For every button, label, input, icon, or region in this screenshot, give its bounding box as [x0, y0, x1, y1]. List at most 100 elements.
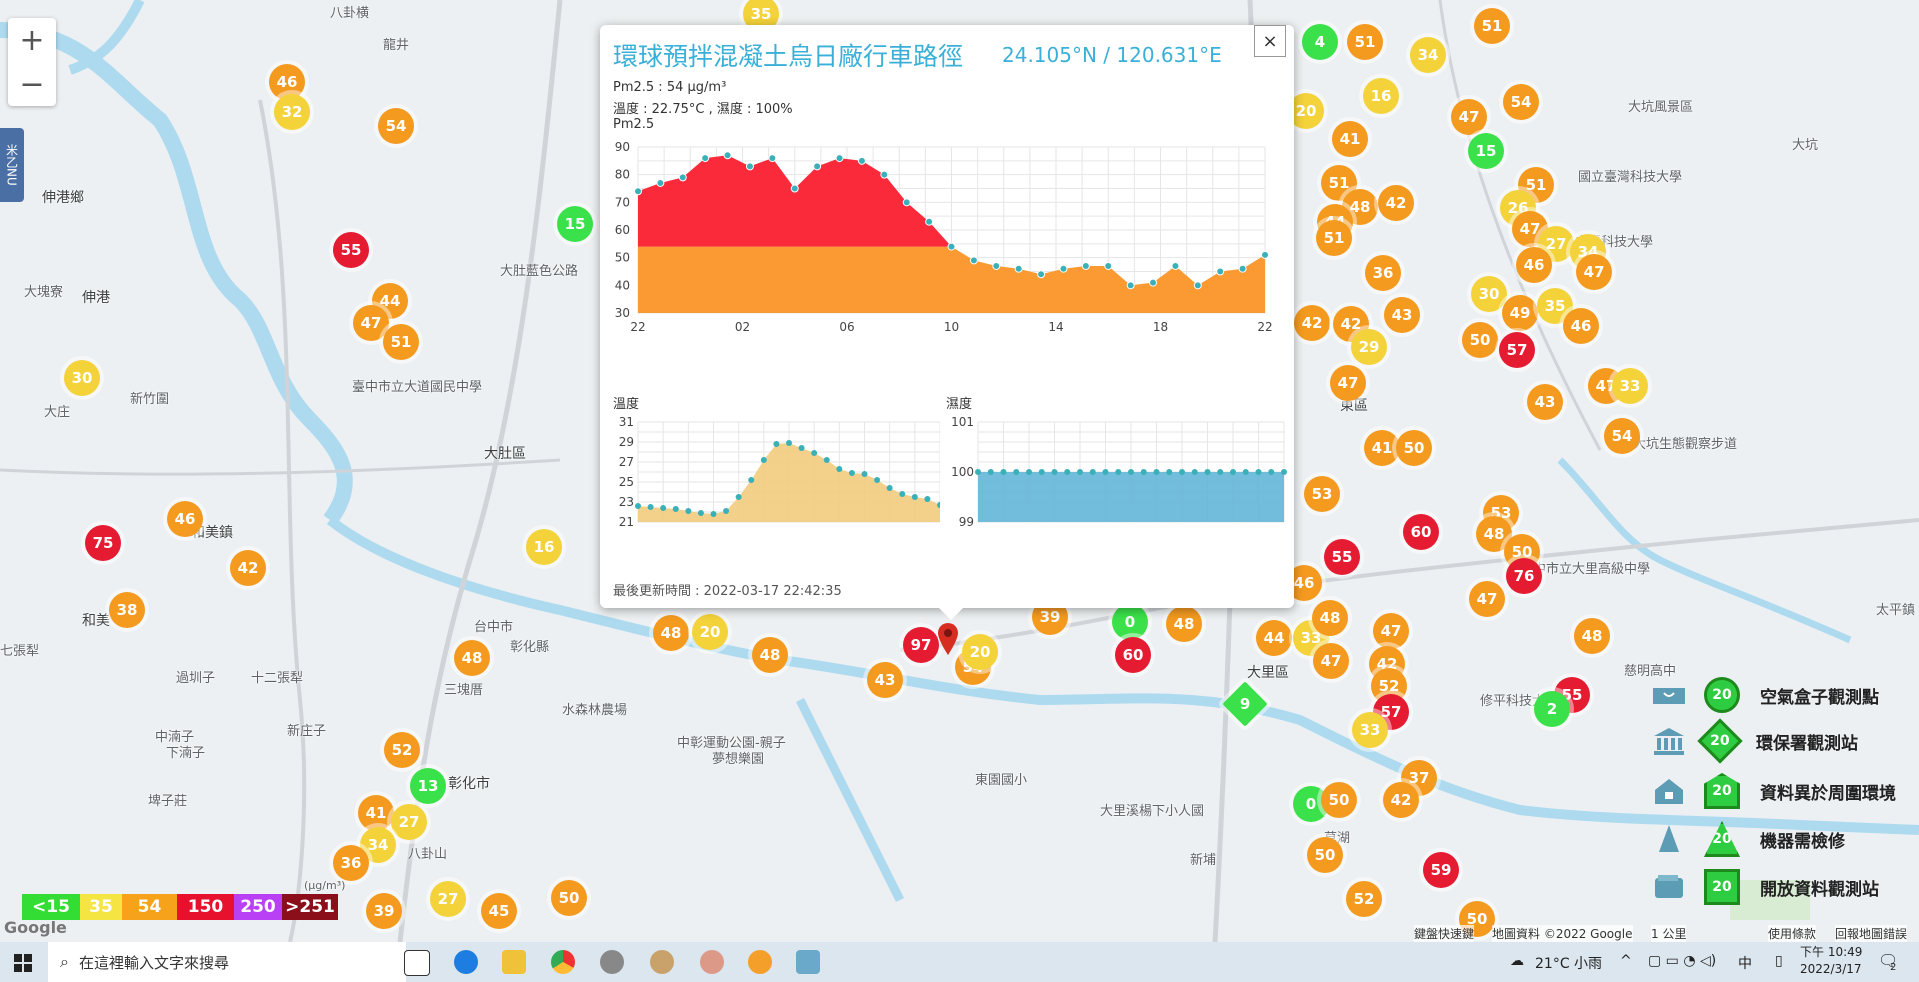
sensor-marker[interactable]: 42	[1294, 305, 1330, 341]
tray-icons[interactable]: ▢ ▭ ◔ ◁)	[1648, 953, 1716, 969]
sensor-marker[interactable]: 0	[1112, 604, 1148, 640]
sensor-marker[interactable]: 54	[1604, 418, 1640, 454]
sensor-marker[interactable]: 2	[1534, 691, 1570, 727]
location-pin-icon[interactable]	[936, 622, 960, 656]
sensor-marker[interactable]: 30	[1471, 276, 1507, 312]
sensor-marker[interactable]: 15	[557, 206, 593, 242]
sensor-marker[interactable]: 50	[1321, 782, 1357, 818]
sensor-marker[interactable]: 36	[333, 845, 369, 881]
google-logo[interactable]: Google	[4, 918, 67, 937]
edge-icon[interactable]	[454, 950, 478, 974]
sensor-marker[interactable]: 48	[454, 640, 490, 676]
ime-mode-icon[interactable]: ▯	[1775, 953, 1783, 969]
sensor-marker[interactable]: 46	[1516, 247, 1552, 283]
sensor-marker[interactable]: 50	[1396, 430, 1432, 466]
map-canvas[interactable]: 八卦横 龍井 伸港鄉 伸港 大塊寮 大肚藍色公路 大肚區 臺中市立大道國民中學 和美鎮 和美 新竹圍…	[0, 0, 1919, 942]
sensor-marker[interactable]: 50	[551, 880, 587, 916]
clock-time[interactable]: 下午 10:49	[1800, 943, 1862, 960]
sensor-marker[interactable]: 16	[1363, 78, 1399, 114]
ime-indicator[interactable]: 中	[1738, 953, 1752, 973]
zoom-in-button[interactable]: +	[8, 18, 56, 62]
close-icon[interactable]: ×	[1254, 25, 1286, 57]
sensor-marker[interactable]: 50	[1462, 322, 1498, 358]
app-icon-3[interactable]	[700, 950, 724, 974]
sensor-marker[interactable]: 48	[1574, 618, 1610, 654]
chrome-icon[interactable]	[551, 950, 575, 974]
windows-start-icon[interactable]	[14, 954, 32, 972]
sensor-marker[interactable]: 76	[1506, 558, 1542, 594]
side-menu-tab[interactable]: 米乙NU	[0, 128, 24, 202]
sensor-marker[interactable]: 15	[1468, 133, 1504, 169]
sensor-marker[interactable]: 42	[1383, 782, 1419, 818]
sensor-marker[interactable]: 33	[1352, 712, 1388, 748]
app-icon-1[interactable]	[600, 950, 624, 974]
sensor-marker[interactable]: 48	[752, 637, 788, 673]
sensor-marker[interactable]: 43	[867, 662, 903, 698]
sensor-marker[interactable]: 45	[481, 893, 517, 929]
sensor-marker[interactable]: 54	[378, 108, 414, 144]
sensor-marker[interactable]: 46	[1563, 308, 1599, 344]
sensor-marker[interactable]: 4	[1302, 24, 1338, 60]
sensor-marker[interactable]: 55	[1324, 539, 1360, 575]
sensor-marker[interactable]: 27	[391, 804, 427, 840]
sensor-marker[interactable]: 47	[1373, 613, 1409, 649]
zoom-out-button[interactable]: −	[8, 62, 56, 106]
sensor-marker[interactable]: 43	[1527, 384, 1563, 420]
weather-status[interactable]: 21°C 小雨	[1535, 953, 1602, 973]
sensor-marker[interactable]: 52	[1346, 881, 1382, 917]
sensor-marker[interactable]: 34	[1410, 37, 1446, 73]
sensor-marker[interactable]: 59	[1423, 852, 1459, 888]
sensor-marker[interactable]: 55	[333, 232, 369, 268]
task-view-icon[interactable]	[404, 950, 430, 976]
sensor-marker[interactable]: 36	[1365, 255, 1401, 291]
map-scale-label[interactable]: 1 公里	[1651, 925, 1687, 942]
clock-date[interactable]: 2022/3/17	[1800, 962, 1862, 976]
sensor-marker[interactable]: 50	[1307, 837, 1343, 873]
sensor-marker[interactable]: 47	[1576, 254, 1612, 290]
sensor-marker[interactable]: 53	[1304, 476, 1340, 512]
file-explorer-icon[interactable]	[502, 950, 526, 974]
sensor-marker[interactable]: 97	[903, 627, 939, 663]
sensor-marker[interactable]: 47	[1451, 99, 1487, 135]
sensor-marker[interactable]: 32	[274, 94, 310, 130]
sensor-marker[interactable]: 44	[1256, 620, 1292, 656]
sensor-marker[interactable]: 48	[1166, 606, 1202, 642]
app-icon-2[interactable]	[650, 950, 674, 974]
sensor-marker[interactable]: 27	[430, 881, 466, 917]
sensor-marker[interactable]: 29	[1351, 329, 1387, 365]
sensor-marker[interactable]: 46	[167, 501, 203, 537]
sensor-marker[interactable]: 38	[109, 592, 145, 628]
sensor-marker[interactable]: 20	[692, 614, 728, 650]
taskbar-search[interactable]: ⌕ 在這裡輸入文字來搜尋	[48, 942, 406, 982]
sensor-marker[interactable]: 20	[962, 634, 998, 670]
sensor-marker[interactable]: 75	[85, 525, 121, 561]
keyboard-shortcuts-link[interactable]: 鍵盤快速鍵	[1414, 925, 1475, 942]
sensor-marker[interactable]: 42	[230, 550, 266, 586]
sensor-marker[interactable]: 30	[64, 360, 100, 396]
sensor-marker[interactable]: 43	[1384, 297, 1420, 333]
sensor-marker[interactable]: 41	[1364, 430, 1400, 466]
tray-chevron-icon[interactable]: ^	[1620, 953, 1632, 969]
sensor-marker[interactable]: 51	[1474, 8, 1510, 44]
terms-link[interactable]: 使用條款	[1768, 925, 1817, 942]
sensor-marker[interactable]: 39	[366, 893, 402, 929]
sensor-marker[interactable]: 47	[1469, 581, 1505, 617]
sensor-marker[interactable]: 47	[1330, 365, 1366, 401]
sensor-marker[interactable]: 60	[1403, 514, 1439, 550]
sensor-marker[interactable]: 47	[1313, 643, 1349, 679]
blender-icon[interactable]	[748, 950, 772, 974]
sensor-marker[interactable]: 52	[384, 732, 420, 768]
report-error-link[interactable]: 回報地圖錯誤	[1835, 925, 1908, 942]
weather-icon[interactable]: ☁	[1510, 953, 1524, 969]
sensor-marker[interactable]: 16	[526, 529, 562, 565]
sensor-marker[interactable]: 54	[1503, 84, 1539, 120]
sensor-marker[interactable]: 48	[653, 615, 689, 651]
sensor-marker[interactable]: 51	[1347, 24, 1383, 60]
sensor-marker[interactable]: 41	[358, 795, 394, 831]
sensor-marker[interactable]: 57	[1499, 332, 1535, 368]
sensor-marker[interactable]: 33	[1612, 368, 1648, 404]
sensor-marker[interactable]: 41	[1332, 121, 1368, 157]
sensor-marker[interactable]: 60	[1115, 637, 1151, 673]
sensor-marker[interactable]: 49	[1502, 295, 1538, 331]
sensor-marker[interactable]: 48	[1312, 600, 1348, 636]
